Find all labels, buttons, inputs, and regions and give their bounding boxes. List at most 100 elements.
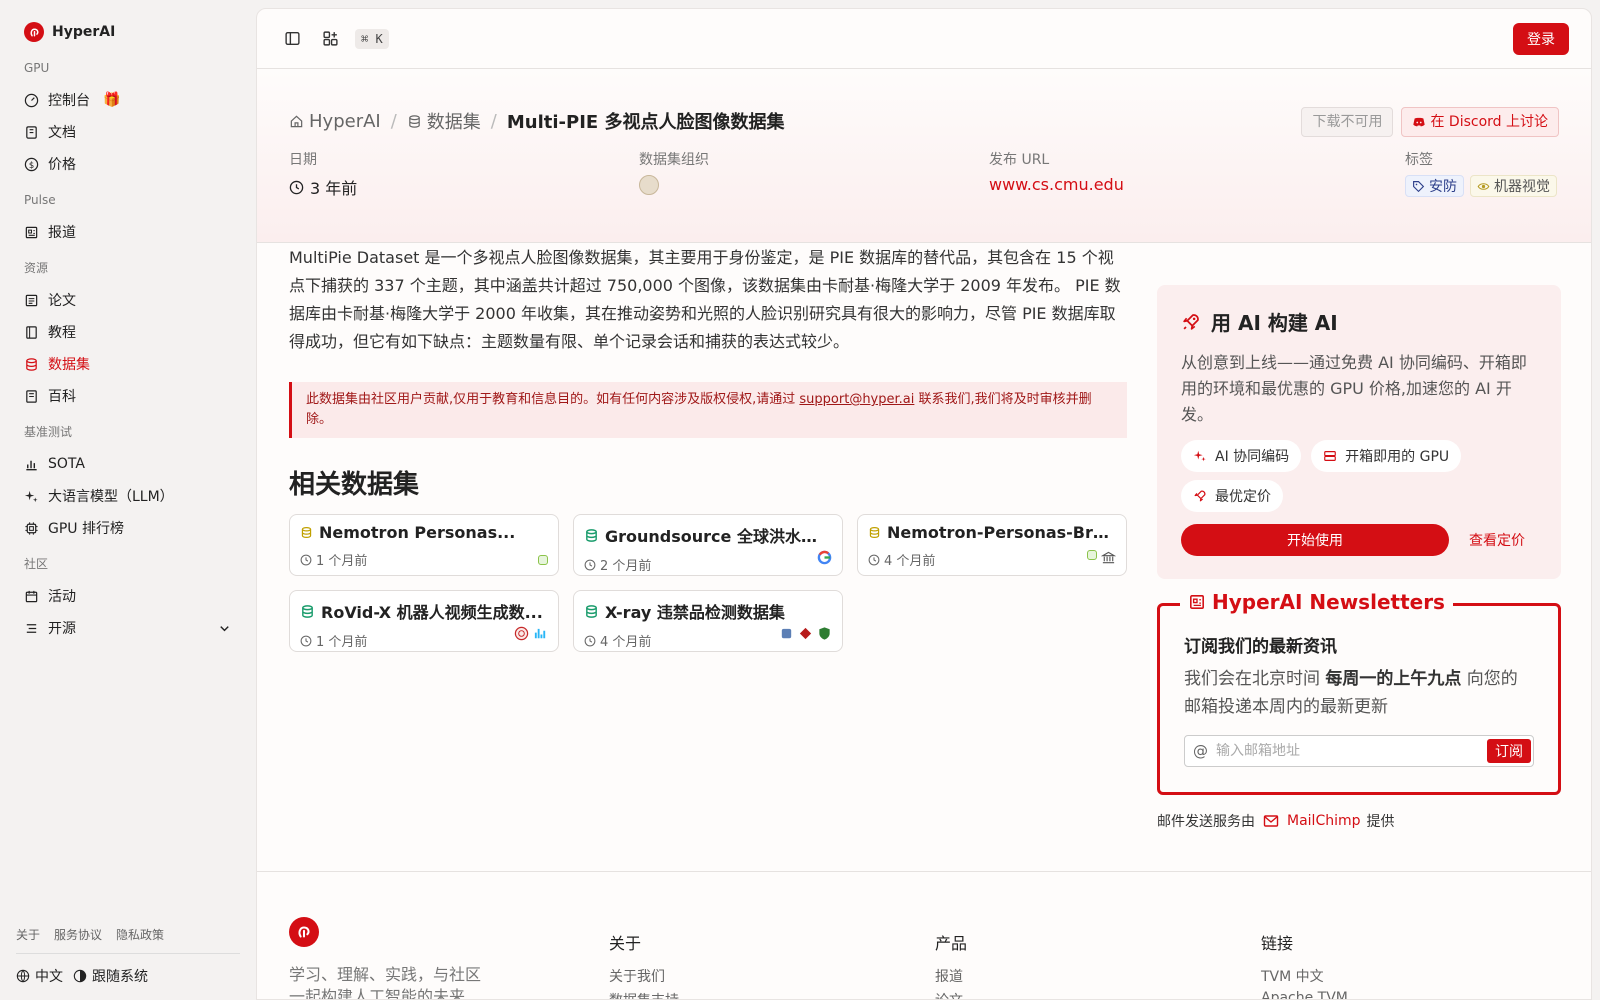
- gift-icon: 🎁: [103, 92, 121, 108]
- dataset-card[interactable]: Groundsource 全球洪水事... 2 个月前: [573, 514, 843, 576]
- footer-link[interactable]: Apache TVM: [1261, 990, 1348, 999]
- cpu-icon: [25, 521, 38, 535]
- tag-machine-vision[interactable]: 机器视觉: [1470, 175, 1557, 197]
- dataset-card[interactable]: X-ray 违禁品检测数据集 4 个月前: [573, 590, 843, 652]
- sidebar-item-gpu-leaderboard[interactable]: GPU 排行榜: [16, 512, 240, 544]
- sidebar-item-pricing[interactable]: $ 价格: [16, 148, 240, 180]
- breadcrumb-separator: /: [390, 110, 397, 132]
- sidebar-item-llm[interactable]: 大语言模型（LLM）: [16, 480, 240, 512]
- command-shortcut[interactable]: ⌘ K: [355, 28, 389, 49]
- organization-avatar[interactable]: [639, 175, 659, 195]
- database-icon: [26, 357, 37, 371]
- language-label: 中文: [35, 969, 63, 985]
- related-datasets-grid: Nemotron Personas... 1 个月前 Groundsource …: [289, 514, 1127, 652]
- sidebar-item-label: 报道: [48, 225, 76, 241]
- sidebar-toggle-icon: [284, 31, 300, 46]
- get-started-button[interactable]: 开始使用: [1181, 524, 1449, 556]
- footer-link[interactable]: TVM 中文: [1261, 966, 1348, 985]
- google-logo-icon: [817, 550, 832, 565]
- chevron-down-icon[interactable]: [217, 621, 232, 636]
- apps-button[interactable]: [317, 26, 343, 52]
- sidebar-item-reports[interactable]: 报道: [16, 216, 240, 248]
- download-button[interactable]: 下载不可用: [1301, 107, 1394, 137]
- footer-tagline: 学习、理解、实践，与社区一起构建人工智能的未来: [289, 965, 482, 1000]
- about-link[interactable]: 关于: [16, 926, 40, 943]
- sidebar-item-open-source[interactable]: 开源: [16, 612, 240, 644]
- dataset-card[interactable]: Nemotron-Personas-Bra... 4 个月前: [857, 514, 1127, 576]
- promo-title: 用 AI 构建 AI: [1181, 307, 1537, 336]
- sidebar-item-papers[interactable]: 论文: [16, 284, 240, 316]
- email-input[interactable]: [1216, 743, 1487, 759]
- sidebar-item-docs[interactable]: 文档: [16, 116, 240, 148]
- mailchimp-link[interactable]: MailChimp: [1261, 813, 1361, 829]
- database-icon: [302, 604, 313, 618]
- sidebar-item-tutorials[interactable]: 教程: [16, 316, 240, 348]
- footer-link[interactable]: 报道: [935, 966, 967, 985]
- hyperai-logo-icon[interactable]: [289, 917, 319, 947]
- discord-button[interactable]: 在 Discord 上讨论: [1401, 107, 1559, 137]
- sidebar-item-sota[interactable]: SOTA: [16, 448, 240, 480]
- sidebar-section-pulse: Pulse 报道: [16, 192, 240, 248]
- breadcrumb-datasets[interactable]: 数据集: [407, 108, 481, 134]
- sidebar-section-benchmarks: 基准测试 SOTA 大语言模型（LLM） GPU 排行榜: [16, 424, 240, 544]
- dataset-meta: 日期 3 年前 数据集组织 发布 URL www.cs.cmu.edu 标签 安…: [289, 149, 1559, 209]
- subscribe-button[interactable]: 订阅: [1487, 739, 1531, 763]
- meta-value: 安防 机器视觉: [1405, 175, 1557, 197]
- meta-label: 日期: [289, 152, 317, 168]
- promo-text: 从创意到上线——通过免费 AI 协同编码、开箱即用的环境和最优惠的 GPU 价格…: [1181, 353, 1527, 424]
- feature-chip: 最优定价: [1181, 480, 1283, 512]
- meta-value: 3 年前: [289, 175, 357, 199]
- dataset-card-title: RoVid-X 机器人视频生成数...: [321, 603, 543, 622]
- sidebar-item-console[interactable]: 控制台 🎁: [16, 84, 240, 116]
- sparkle-icon: [1193, 450, 1206, 462]
- sidebar-item-datasets[interactable]: 数据集: [16, 348, 240, 380]
- meta-value: [639, 175, 709, 195]
- dataset-card[interactable]: RoVid-X 机器人视频生成数... 1 个月前: [289, 590, 559, 652]
- theme-switcher[interactable]: 跟随系统: [73, 966, 148, 986]
- promo-features: AI 协同编码 开箱即用的 GPU 最优定价: [1181, 440, 1537, 512]
- terms-link[interactable]: 服务协议: [54, 926, 102, 943]
- section-label: 社区: [24, 557, 49, 571]
- sidebar-item-events[interactable]: 活动: [16, 580, 240, 612]
- tag-security[interactable]: 安防: [1405, 175, 1464, 197]
- newsletter-title: 订阅我们的最新资讯: [1184, 637, 1337, 657]
- sidebar-section-community: 社区 活动 开源: [16, 556, 240, 644]
- list-icon: [26, 623, 37, 633]
- privacy-link[interactable]: 隐私政策: [116, 926, 164, 943]
- globe-icon: [16, 969, 30, 983]
- section-label: 基准测试: [24, 425, 73, 439]
- footer-link[interactable]: 关于我们: [609, 966, 679, 985]
- sidebar-item-wiki[interactable]: 百科: [16, 380, 240, 412]
- section-label: 资源: [24, 261, 49, 275]
- institution-icon: [1101, 551, 1116, 564]
- dataset-card[interactable]: Nemotron Personas... 1 个月前: [289, 514, 559, 576]
- book-icon: [26, 125, 37, 139]
- sidebar-item-label: 教程: [48, 325, 76, 341]
- notice-text-before: 此数据集由社区用户贡献,仅用于教育和信息目的。如有任何内容涉及版权侵权,请通过: [306, 392, 800, 407]
- newsletter-text-bold: 每周一的上午九点: [1325, 669, 1462, 689]
- meta-tags: 标签 安防 机器视觉: [1405, 149, 1557, 197]
- meta-label: 数据集组织: [639, 152, 709, 168]
- footer-link[interactable]: 论文: [935, 990, 967, 999]
- login-button[interactable]: 登录: [1513, 22, 1569, 55]
- footer-column-title: 关于: [609, 934, 642, 953]
- view-pricing-link[interactable]: 查看定价: [1469, 530, 1525, 550]
- svg-text:$: $: [29, 159, 34, 169]
- sidebar-footer: 关于 服务协议 隐私政策 中文 跟随系统: [16, 926, 240, 986]
- clock-icon: [584, 559, 596, 570]
- footer-link[interactable]: 数据集支持: [609, 990, 679, 999]
- sidebar-toggle-button[interactable]: [279, 26, 305, 52]
- footer-column-products: 产品 报道 论文: [935, 930, 967, 999]
- brand[interactable]: HyperAI: [16, 20, 240, 44]
- language-switcher[interactable]: 中文: [16, 966, 63, 986]
- support-email-link[interactable]: support@hyper.ai: [799, 392, 914, 407]
- date-value: 3 年前: [310, 179, 358, 198]
- copyright-notice: 此数据集由社区用户贡献,仅用于教育和信息目的。如有任何内容涉及版权侵权,请通过 …: [289, 382, 1127, 438]
- related-datasets-title: 相关数据集: [289, 470, 420, 500]
- page-footer: 学习、理解、实践，与社区一起构建人工智能的未来 关于 关于我们 数据集支持 产品…: [257, 871, 1591, 1000]
- apps-icon: [322, 31, 338, 46]
- mail-icon: [1263, 815, 1279, 827]
- breadcrumb-home[interactable]: HyperAI: [289, 111, 381, 132]
- sidebar-item-label: 大语言模型（LLM）: [48, 489, 174, 505]
- url-link[interactable]: www.cs.cmu.edu: [989, 175, 1124, 194]
